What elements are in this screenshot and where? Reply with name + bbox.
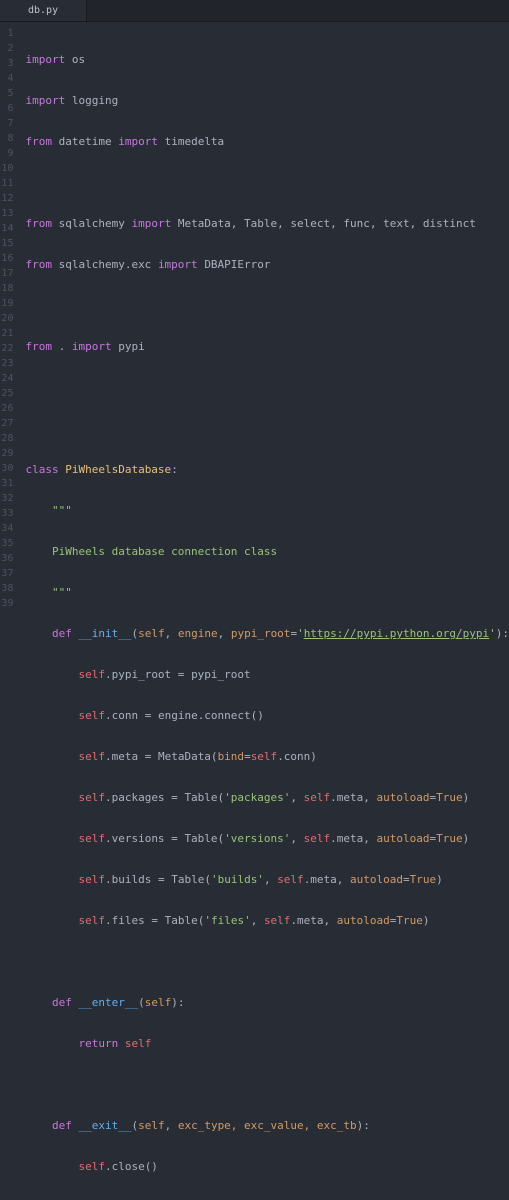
code-line: self.packages = Table('packages', self.m…: [25, 790, 509, 805]
code-area[interactable]: import os import logging from datetime i…: [19, 22, 509, 600]
line-number: 7: [0, 116, 19, 131]
tab-label: db.py: [28, 5, 58, 16]
line-number: 15: [0, 236, 19, 251]
line-number: 19: [0, 296, 19, 311]
code-line: from sqlalchemy import MetaData, Table, …: [25, 216, 509, 231]
line-number: 8: [0, 131, 19, 146]
line-number: 5: [0, 86, 19, 101]
line-number: 6: [0, 101, 19, 116]
line-number: 13: [0, 206, 19, 221]
line-number: 27: [0, 416, 19, 431]
code-line: from sqlalchemy.exc import DBAPIError: [25, 257, 509, 272]
line-number: 39: [0, 596, 19, 611]
code-line: self.pypi_root = pypi_root: [25, 667, 509, 682]
line-number: 24: [0, 371, 19, 386]
line-number: 3: [0, 56, 19, 71]
url-link[interactable]: https://pypi.python.org/pypi: [304, 627, 489, 640]
line-number: 4: [0, 71, 19, 86]
line-number: 26: [0, 401, 19, 416]
code-line: class PiWheelsDatabase:: [25, 462, 509, 477]
code-line: def __exit__(self, exc_type, exc_value, …: [25, 1118, 509, 1133]
code-line: self.files = Table('files', self.meta, a…: [25, 913, 509, 928]
code-line: self.builds = Table('builds', self.meta,…: [25, 872, 509, 887]
line-number: 34: [0, 521, 19, 536]
line-number: 21: [0, 326, 19, 341]
line-number: 30: [0, 461, 19, 476]
line-number: 10: [0, 161, 19, 176]
line-number: 31: [0, 476, 19, 491]
line-number: 23: [0, 356, 19, 371]
tab-bar: db.py: [0, 0, 509, 22]
code-line: from datetime import timedelta: [25, 134, 509, 149]
code-line: """: [25, 585, 509, 600]
line-number: 29: [0, 446, 19, 461]
code-line: return self: [25, 1036, 509, 1051]
line-number: 9: [0, 146, 19, 161]
code-line: self.meta = MetaData(bind=self.conn): [25, 749, 509, 764]
code-line: def __init__(self, engine, pypi_root='ht…: [25, 626, 509, 641]
line-number: 35: [0, 536, 19, 551]
line-number: 37: [0, 566, 19, 581]
code-line: self.conn = engine.connect(): [25, 708, 509, 723]
code-line: [25, 380, 509, 395]
code-line: self.versions = Table('versions', self.m…: [25, 831, 509, 846]
line-number: 38: [0, 581, 19, 596]
line-number: 32: [0, 491, 19, 506]
line-number: 14: [0, 221, 19, 236]
code-line: """: [25, 503, 509, 518]
code-line: from . import pypi: [25, 339, 509, 354]
tab-bar-filler: [87, 0, 509, 21]
line-number: 20: [0, 311, 19, 326]
code-line: import logging: [25, 93, 509, 108]
line-number: 25: [0, 386, 19, 401]
code-line: [25, 421, 509, 436]
code-line: def __enter__(self):: [25, 995, 509, 1010]
line-number: 17: [0, 266, 19, 281]
line-number-gutter: 1234567891011121314151617181920212223242…: [0, 22, 19, 600]
line-number: 33: [0, 506, 19, 521]
line-number: 28: [0, 431, 19, 446]
line-number: 16: [0, 251, 19, 266]
editor: 1234567891011121314151617181920212223242…: [0, 22, 509, 600]
code-line: [25, 1077, 509, 1092]
line-number: 2: [0, 41, 19, 56]
tab-db-py[interactable]: db.py: [0, 0, 87, 21]
code-line: [25, 954, 509, 969]
code-line: [25, 298, 509, 313]
line-number: 36: [0, 551, 19, 566]
code-line: self.close(): [25, 1159, 509, 1174]
line-number: 1: [0, 26, 19, 41]
line-number: 18: [0, 281, 19, 296]
line-number: 11: [0, 176, 19, 191]
line-number: 22: [0, 341, 19, 356]
code-line: import os: [25, 52, 509, 67]
line-number: 12: [0, 191, 19, 206]
code-line: [25, 175, 509, 190]
code-line: PiWheels database connection class: [25, 544, 509, 559]
